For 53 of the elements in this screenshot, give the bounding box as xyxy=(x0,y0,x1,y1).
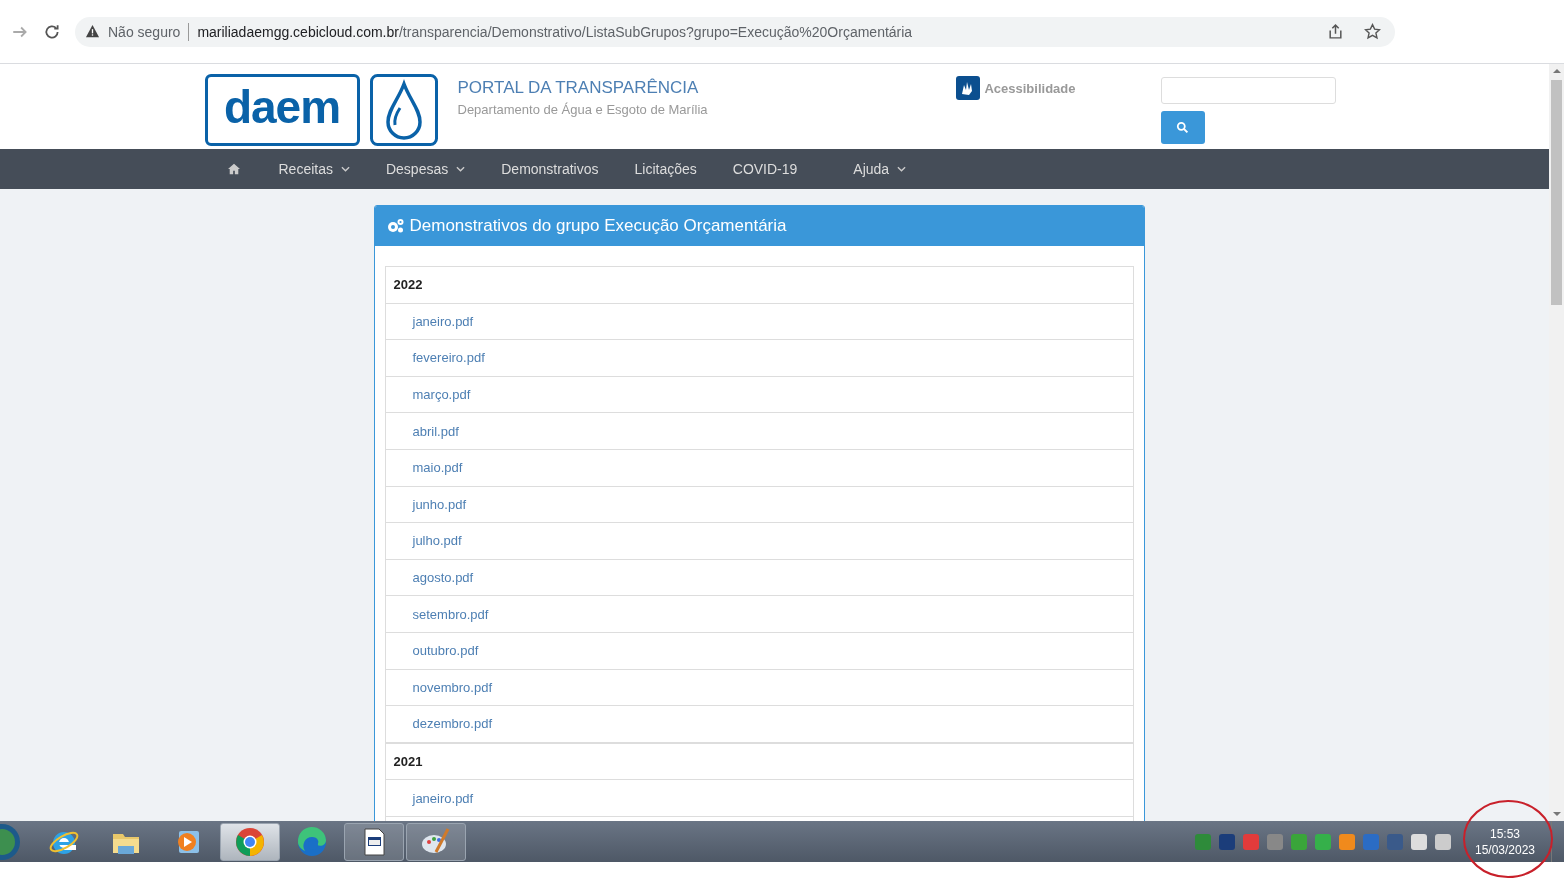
wave-icon xyxy=(296,825,328,858)
search-button[interactable] xyxy=(1160,111,1205,144)
caret-icon xyxy=(340,166,350,172)
file-link[interactable]: janeiro.pdf xyxy=(385,313,474,329)
file-link[interactable]: setembro.pdf xyxy=(385,606,489,622)
clock-date: 15/03/2023 xyxy=(1474,841,1536,858)
taskbar-app[interactable] xyxy=(344,822,404,861)
warning-icon xyxy=(85,24,100,39)
tray-icon[interactable] xyxy=(1339,833,1355,850)
address-bar[interactable]: Não seguro mariliadaemgg.cebicloud.com.br/transparencia/Demonstrativo/ListaSubGrupos?grupo=Execução%20Orçamentária xyxy=(75,16,1395,47)
home-icon xyxy=(226,163,241,175)
menu-item[interactable]: Demonstrativos xyxy=(483,161,617,177)
caret-icon xyxy=(897,166,907,172)
share-icon[interactable] xyxy=(1327,23,1344,40)
url-text: mariliadaemgg.cebicloud.com.br/transparencia/Demonstrativo/ListaSubGrupos?grupo=Execução%20Orçamentária xyxy=(197,23,913,40)
tray-icon[interactable] xyxy=(1291,833,1307,850)
accessibility-link[interactable]: Acessibilidade xyxy=(956,76,1076,100)
reload-icon[interactable] xyxy=(43,22,61,41)
menu-item[interactable]: Receitas xyxy=(260,161,368,177)
drop-logo-icon[interactable] xyxy=(369,74,438,146)
menu-item[interactable]: Despesas xyxy=(367,161,484,177)
portal-subtitle: Departamento de Água e Esgoto de Marília xyxy=(457,102,708,117)
menu-item[interactable]: Licitações xyxy=(616,161,715,177)
tray-icon[interactable] xyxy=(1219,833,1235,850)
star-icon[interactable] xyxy=(1364,23,1381,40)
clock-time: 15:53 xyxy=(1490,825,1520,842)
file-link[interactable]: agosto.pdf xyxy=(385,570,474,586)
search-field[interactable] xyxy=(1160,77,1336,104)
file-link[interactable]: março.pdf xyxy=(385,387,471,403)
search-icon xyxy=(1176,121,1189,134)
year-heading: 2022 xyxy=(384,266,1134,304)
file-link[interactable]: janeiro.pdf xyxy=(385,790,474,806)
scrollbar[interactable] xyxy=(1549,64,1564,821)
caret-icon xyxy=(456,166,466,172)
tray-icon[interactable] xyxy=(1435,833,1451,850)
portal-title: PORTAL DA TRANSPARÊNCIA xyxy=(457,78,700,98)
file-link[interactable]: julho.pdf xyxy=(385,533,462,549)
menu-item[interactable]: COVID-19 xyxy=(714,161,816,177)
file-link[interactable]: abril.pdf xyxy=(385,423,459,439)
panel-title: Demonstrativos do grupo Execução Orçamentária xyxy=(409,216,787,236)
chrome-icon xyxy=(234,825,266,858)
menu-item[interactable]: Ajuda xyxy=(835,161,925,177)
logo-text[interactable]: daem xyxy=(204,74,360,146)
year-heading: 2021 xyxy=(384,742,1134,781)
file-link[interactable]: junho.pdf xyxy=(385,496,466,512)
file-link[interactable]: maio.pdf xyxy=(385,460,463,476)
file-link[interactable]: fevereiro.pdf xyxy=(385,350,485,366)
file-link[interactable]: dezembro.pdf xyxy=(385,716,492,732)
tray-icon[interactable] xyxy=(1411,833,1427,850)
security-label: Não seguro xyxy=(108,23,181,40)
file-link[interactable]: outubro.pdf xyxy=(385,643,479,659)
file-link[interactable]: novembro.pdf xyxy=(385,679,492,695)
tray-icon[interactable] xyxy=(1315,833,1331,850)
